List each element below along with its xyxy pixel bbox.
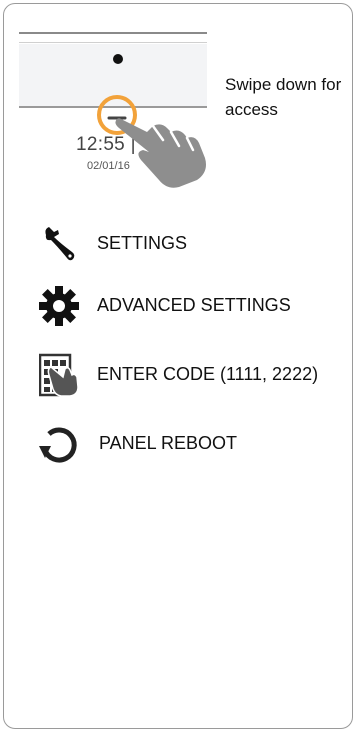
wrench-icon [36,222,82,266]
reboot-icon [36,422,82,466]
device-top-edge [19,32,207,34]
menu-item-label: PANEL REBOOT [99,433,238,453]
menu-item-settings[interactable]: SETTINGS [36,222,346,266]
menu-item-enter-code[interactable]: ENTER CODE (1111, 2222) [36,353,346,397]
menu-item-panel-reboot[interactable]: PANEL REBOOT [36,422,346,466]
keypad-hand-icon [36,353,82,397]
device-illustration: 12:55 | 02/01/16 [19,32,209,188]
menu-item-label: ENTER CODE (1111, 2222) [97,364,319,384]
swipe-instruction: Swipe down for access [225,75,342,119]
swipe-finger-icon [97,95,206,188]
menu-item-advanced-settings[interactable]: ADVANCED SETTINGS [36,284,346,328]
menu-item-label: ADVANCED SETTINGS [97,295,291,315]
camera-dot [113,54,123,64]
instruction-card: 12:55 | 02/01/16 Swipe down for access S… [3,3,353,729]
device-divider [19,42,207,43]
menu-item-label: SETTINGS [97,233,188,253]
gear-icon [36,284,82,328]
